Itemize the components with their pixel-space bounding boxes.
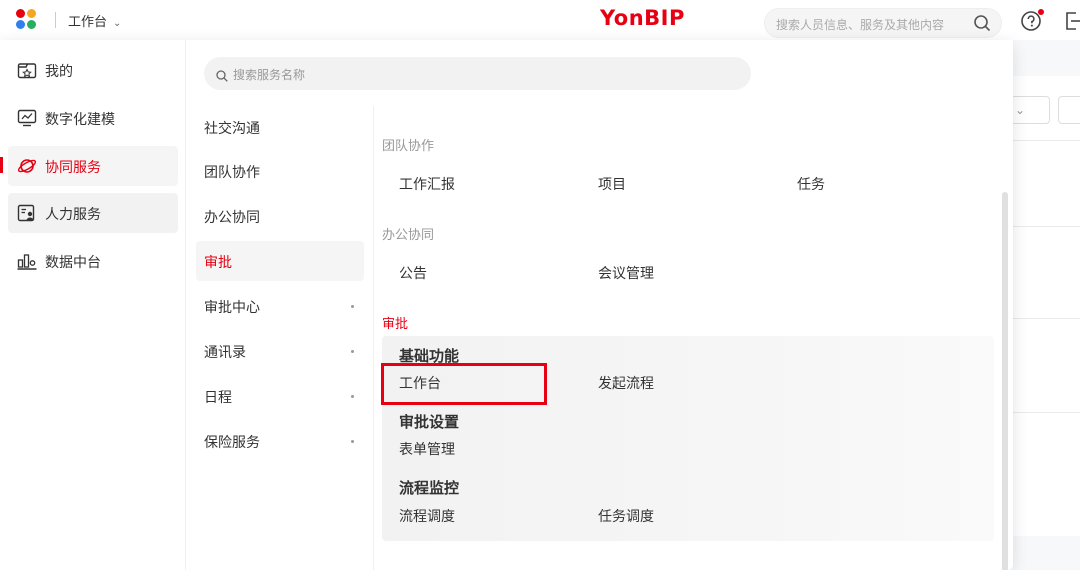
category-approval-center[interactable]: 审批中心 <box>196 286 364 326</box>
bullet-dot <box>351 305 354 308</box>
background-dropdown[interactable]: ⌄ <box>1010 96 1050 124</box>
search-icon <box>216 67 228 86</box>
category-label: 团队协作 <box>204 165 260 181</box>
column-divider <box>373 106 374 570</box>
category-approval[interactable]: 审批 <box>196 241 364 281</box>
divider <box>1013 318 1080 319</box>
workspace-switcher[interactable]: 工作台 ⌄ <box>68 11 121 30</box>
search-icon[interactable] <box>973 14 991 36</box>
category-label: 社交沟通 <box>204 121 260 137</box>
divider <box>1013 226 1080 227</box>
category-insurance[interactable]: 保险服务 <box>196 421 364 461</box>
category-label: 办公协同 <box>204 210 260 226</box>
sidebar-item-mine[interactable]: 我的 <box>8 50 178 90</box>
sidebar-item-label: 数据中台 <box>45 255 101 271</box>
sidebar: 我的 数字化建模 协同服务 人力服务 数据中台 <box>0 40 186 570</box>
service-menu-panel: 我的 数字化建模 协同服务 人力服务 数据中台 搜索服务名称 社交沟通 团队协作… <box>0 40 1013 572</box>
category-office[interactable]: 办公协同 <box>196 196 364 236</box>
global-search-placeholder: 搜索人员信息、服务及其他内容 <box>776 18 945 32</box>
service-task-scheduling[interactable]: 任务调度 <box>598 506 654 526</box>
category-social[interactable]: 社交沟通 <box>196 107 364 147</box>
global-search-input[interactable]: 搜索人员信息、服务及其他内容 <box>764 8 1002 38</box>
bottom-bar <box>0 570 1080 580</box>
service-work-report[interactable]: 工作汇报 <box>399 174 455 194</box>
divider <box>55 12 56 28</box>
service-start-process[interactable]: 发起流程 <box>598 373 654 393</box>
service-process-scheduling[interactable]: 流程调度 <box>399 506 455 526</box>
service-form-management[interactable]: 表单管理 <box>399 439 455 459</box>
category-schedule[interactable]: 日程 <box>196 376 364 416</box>
home-box-icon <box>17 61 37 79</box>
category-label: 审批中心 <box>204 300 260 316</box>
background-card <box>1013 76 1080 536</box>
bullet-dot <box>351 395 354 398</box>
category-contacts[interactable]: 通讯录 <box>196 331 364 371</box>
brand-logo: YonBIP <box>600 6 685 30</box>
sidebar-item-label: 协同服务 <box>45 160 101 176</box>
person-card-icon <box>17 204 37 222</box>
category-label: 保险服务 <box>204 435 260 451</box>
help-icon[interactable] <box>1020 9 1044 33</box>
scrollbar[interactable] <box>1002 192 1008 572</box>
notification-dot <box>1038 9 1044 15</box>
highlight-box <box>381 363 547 405</box>
background-dropdown[interactable] <box>1058 96 1080 124</box>
service-search-input[interactable]: 搜索服务名称 <box>204 57 751 90</box>
service-announcement[interactable]: 公告 <box>399 263 427 283</box>
sidebar-item-collaboration[interactable]: 协同服务 <box>8 146 178 186</box>
bullet-dot <box>351 440 354 443</box>
subgroup-title-settings: 审批设置 <box>399 413 460 431</box>
sidebar-item-hr[interactable]: 人力服务 <box>8 193 178 233</box>
category-team[interactable]: 团队协作 <box>196 151 364 191</box>
app-logo[interactable] <box>16 9 40 31</box>
subgroup-title-monitor: 流程监控 <box>399 479 460 497</box>
category-label: 审批 <box>204 255 232 271</box>
group-title-office: 办公协同 <box>382 228 435 243</box>
service-search-placeholder: 搜索服务名称 <box>233 68 306 82</box>
sidebar-item-label: 数字化建模 <box>45 112 115 128</box>
chevron-down-icon: ⌄ <box>113 18 122 29</box>
divider <box>1013 140 1080 141</box>
active-indicator <box>0 157 3 173</box>
sidebar-item-digital-modeling[interactable]: 数字化建模 <box>8 98 178 138</box>
planet-icon <box>17 157 37 175</box>
service-task[interactable]: 任务 <box>797 174 825 194</box>
bar-chart-icon <box>17 252 37 270</box>
group-title-team: 团队协作 <box>382 139 435 154</box>
divider <box>1013 412 1080 413</box>
monitor-chart-icon <box>17 109 37 127</box>
sidebar-item-label: 我的 <box>45 64 73 80</box>
sidebar-item-label: 人力服务 <box>45 207 101 223</box>
service-meeting-management[interactable]: 会议管理 <box>598 263 654 283</box>
sidebar-item-data-center[interactable]: 数据中台 <box>8 241 178 281</box>
workspace-label: 工作台 <box>68 15 108 30</box>
category-label: 通讯录 <box>204 345 246 361</box>
service-project[interactable]: 项目 <box>598 174 626 194</box>
bullet-dot <box>351 350 354 353</box>
top-bar: 工作台 ⌄ YonBIP 搜索人员信息、服务及其他内容 <box>0 0 1080 40</box>
category-label: 日程 <box>204 390 232 406</box>
group-title-approval: 审批 <box>382 317 409 332</box>
exit-icon[interactable] <box>1064 11 1080 31</box>
